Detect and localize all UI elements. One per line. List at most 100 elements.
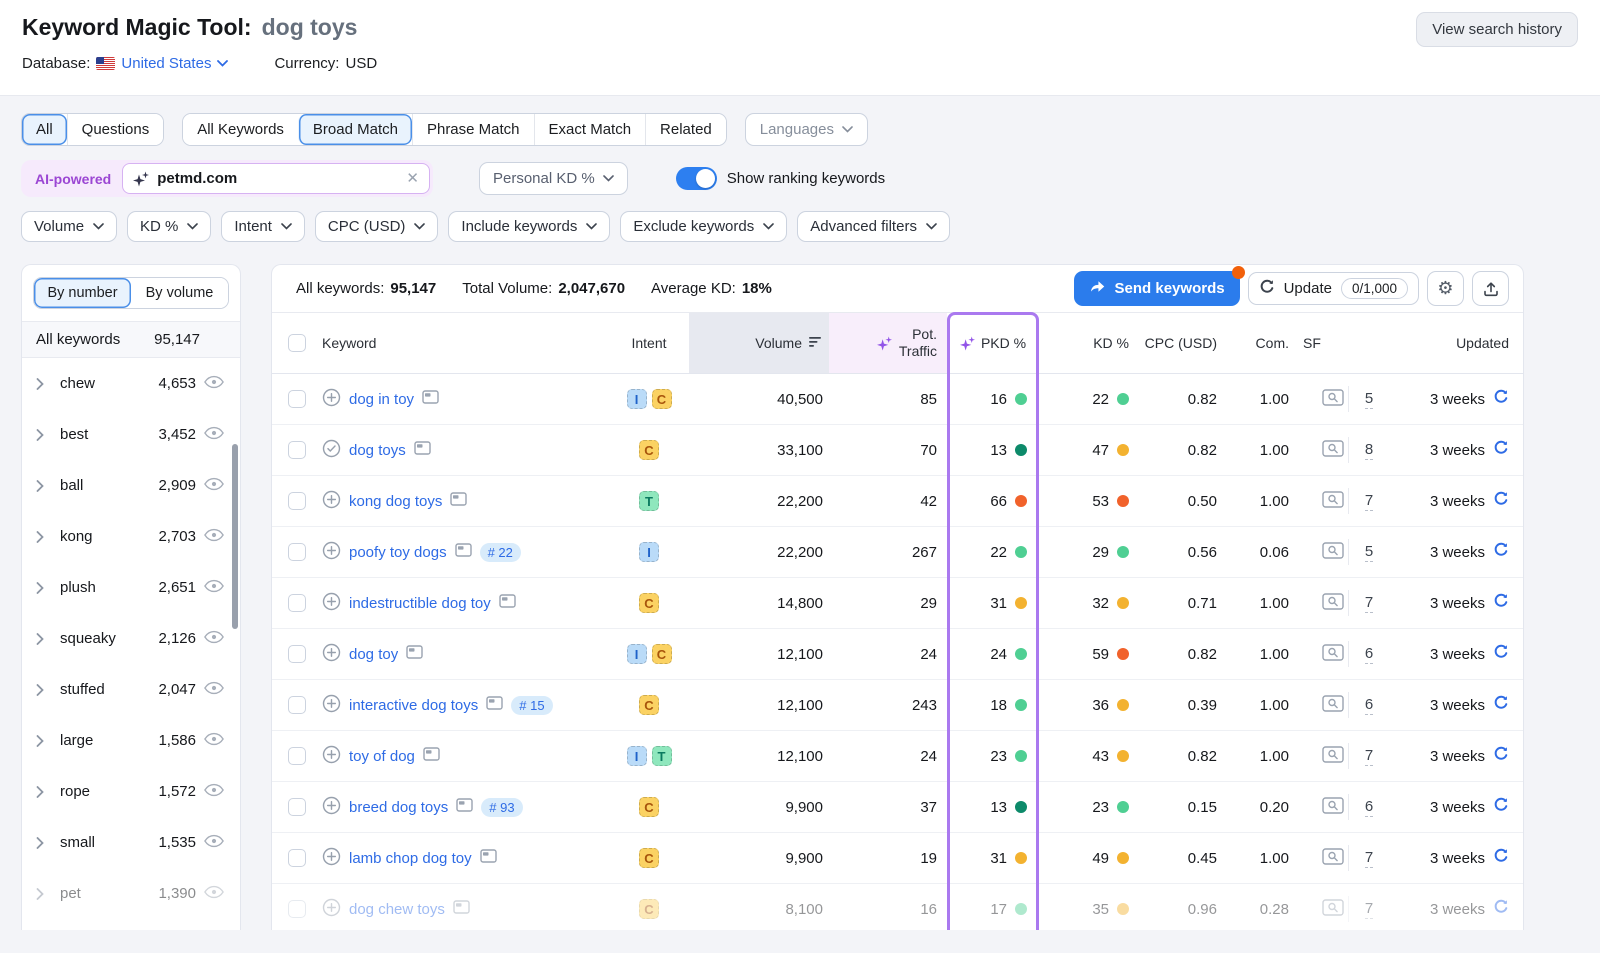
- view-serp-icon[interactable]: [1322, 593, 1344, 614]
- keyword-link[interactable]: dog in toy: [349, 391, 414, 408]
- filter-dropdown[interactable]: CPC (USD): [315, 211, 439, 242]
- all-keywords-row[interactable]: All keywords 95,147: [22, 321, 240, 358]
- serp-features-count[interactable]: 6: [1365, 696, 1373, 715]
- serp-features-count[interactable]: 5: [1365, 543, 1373, 562]
- row-checkbox[interactable]: [288, 390, 306, 408]
- add-keyword-icon[interactable]: [322, 541, 341, 564]
- filter-dropdown[interactable]: Volume: [21, 211, 117, 242]
- sidebar-keyword-group[interactable]: large 1,586: [22, 715, 240, 766]
- sidebar-keyword-group[interactable]: pet 1,390: [22, 868, 240, 919]
- select-all-checkbox[interactable]: [288, 334, 306, 352]
- serp-card-icon[interactable]: [499, 594, 516, 612]
- match-mode-tab[interactable]: Broad Match: [298, 114, 412, 145]
- match-mode-tab[interactable]: Related: [645, 114, 726, 145]
- match-mode-tab[interactable]: All: [22, 114, 67, 145]
- sidebar-keyword-group[interactable]: small 1,535: [22, 817, 240, 868]
- languages-dropdown[interactable]: Languages: [745, 113, 868, 146]
- view-serp-icon[interactable]: [1322, 491, 1344, 512]
- chevron-right-icon[interactable]: [36, 786, 56, 798]
- view-serp-icon[interactable]: [1322, 695, 1344, 716]
- clear-input-icon[interactable]: ✕: [406, 171, 419, 186]
- sidebar-keyword-group[interactable]: rope 1,572: [22, 766, 240, 817]
- serp-card-icon[interactable]: [406, 645, 423, 663]
- added-keyword-icon[interactable]: [322, 439, 341, 462]
- keyword-link[interactable]: interactive dog toys: [349, 697, 478, 714]
- refresh-icon[interactable]: [1493, 491, 1509, 511]
- add-keyword-icon[interactable]: [322, 796, 341, 819]
- chevron-right-icon[interactable]: [36, 378, 56, 390]
- refresh-icon[interactable]: [1493, 644, 1509, 664]
- serp-features-count[interactable]: 7: [1365, 900, 1373, 919]
- eye-icon[interactable]: [204, 834, 232, 852]
- keyword-link[interactable]: lamb chop dog toy: [349, 850, 472, 867]
- add-keyword-icon[interactable]: [322, 745, 341, 768]
- chevron-right-icon[interactable]: [36, 684, 56, 696]
- sidebar-keyword-group[interactable]: chew 4,653: [22, 358, 240, 409]
- view-search-history-button[interactable]: View search history: [1416, 12, 1578, 47]
- serp-features-count[interactable]: 7: [1365, 747, 1373, 766]
- chevron-right-icon[interactable]: [36, 531, 56, 543]
- refresh-icon[interactable]: [1493, 848, 1509, 868]
- serp-features-count[interactable]: 6: [1365, 798, 1373, 817]
- eye-icon[interactable]: [204, 426, 232, 444]
- row-checkbox[interactable]: [288, 900, 306, 918]
- chevron-right-icon[interactable]: [36, 888, 56, 900]
- column-pot-traffic[interactable]: Pot.Traffic: [829, 313, 947, 373]
- keyword-link[interactable]: kong dog toys: [349, 493, 442, 510]
- serp-features-count[interactable]: 7: [1365, 492, 1373, 511]
- match-mode-tab[interactable]: Phrase Match: [412, 114, 534, 145]
- keyword-link[interactable]: poofy toy dogs: [349, 544, 447, 561]
- refresh-icon[interactable]: [1493, 695, 1509, 715]
- refresh-icon[interactable]: [1493, 440, 1509, 460]
- column-keyword[interactable]: Keyword: [322, 313, 609, 373]
- row-checkbox[interactable]: [288, 798, 306, 816]
- sidebar-keyword-group[interactable]: plush 2,651: [22, 562, 240, 613]
- eye-icon[interactable]: [204, 630, 232, 648]
- view-serp-icon[interactable]: [1322, 644, 1344, 665]
- chevron-right-icon[interactable]: [36, 633, 56, 645]
- add-keyword-icon[interactable]: [322, 388, 341, 411]
- chevron-right-icon[interactable]: [36, 480, 56, 492]
- chevron-right-icon[interactable]: [36, 837, 56, 849]
- match-mode-tab[interactable]: All Keywords: [183, 114, 298, 145]
- row-checkbox[interactable]: [288, 594, 306, 612]
- column-com[interactable]: Com.: [1231, 313, 1303, 373]
- filter-dropdown[interactable]: KD %: [127, 211, 211, 242]
- serp-features-count[interactable]: 5: [1365, 390, 1373, 409]
- column-kd[interactable]: KD %: [1039, 313, 1135, 373]
- serp-features-count[interactable]: 8: [1365, 441, 1373, 460]
- keyword-link[interactable]: dog toys: [349, 442, 406, 459]
- eye-icon[interactable]: [204, 477, 232, 495]
- column-intent[interactable]: Intent: [609, 313, 689, 373]
- keyword-link[interactable]: dog chew toys: [349, 901, 445, 918]
- row-checkbox[interactable]: [288, 543, 306, 561]
- sidebar-sort-tab[interactable]: By number: [34, 278, 131, 308]
- filter-dropdown[interactable]: Intent: [221, 211, 305, 242]
- sidebar-keyword-group[interactable]: ball 2,909: [22, 460, 240, 511]
- column-pkd[interactable]: PKD %: [947, 313, 1039, 373]
- row-checkbox[interactable]: [288, 645, 306, 663]
- row-checkbox[interactable]: [288, 696, 306, 714]
- eye-icon[interactable]: [204, 528, 232, 546]
- row-checkbox[interactable]: [288, 849, 306, 867]
- eye-icon[interactable]: [204, 732, 232, 750]
- refresh-icon[interactable]: [1493, 389, 1509, 409]
- keyword-link[interactable]: indestructible dog toy: [349, 595, 491, 612]
- view-serp-icon[interactable]: [1322, 848, 1344, 869]
- sidebar-keyword-group[interactable]: kong 2,703: [22, 511, 240, 562]
- view-serp-icon[interactable]: [1322, 542, 1344, 563]
- export-icon[interactable]: [1472, 271, 1509, 306]
- serp-card-icon[interactable]: [450, 492, 467, 510]
- keyword-link[interactable]: breed dog toys: [349, 799, 448, 816]
- chevron-right-icon[interactable]: [36, 429, 56, 441]
- view-serp-icon[interactable]: [1322, 797, 1344, 818]
- add-keyword-icon[interactable]: [322, 898, 341, 921]
- view-serp-icon[interactable]: [1322, 440, 1344, 461]
- row-checkbox[interactable]: [288, 747, 306, 765]
- column-cpc[interactable]: CPC (USD): [1135, 313, 1231, 373]
- domain-search-input[interactable]: [157, 170, 398, 187]
- view-serp-icon[interactable]: [1322, 899, 1344, 920]
- send-keywords-button[interactable]: Send keywords: [1074, 271, 1240, 306]
- add-keyword-icon[interactable]: [322, 592, 341, 615]
- filter-dropdown[interactable]: Exclude keywords: [620, 211, 787, 242]
